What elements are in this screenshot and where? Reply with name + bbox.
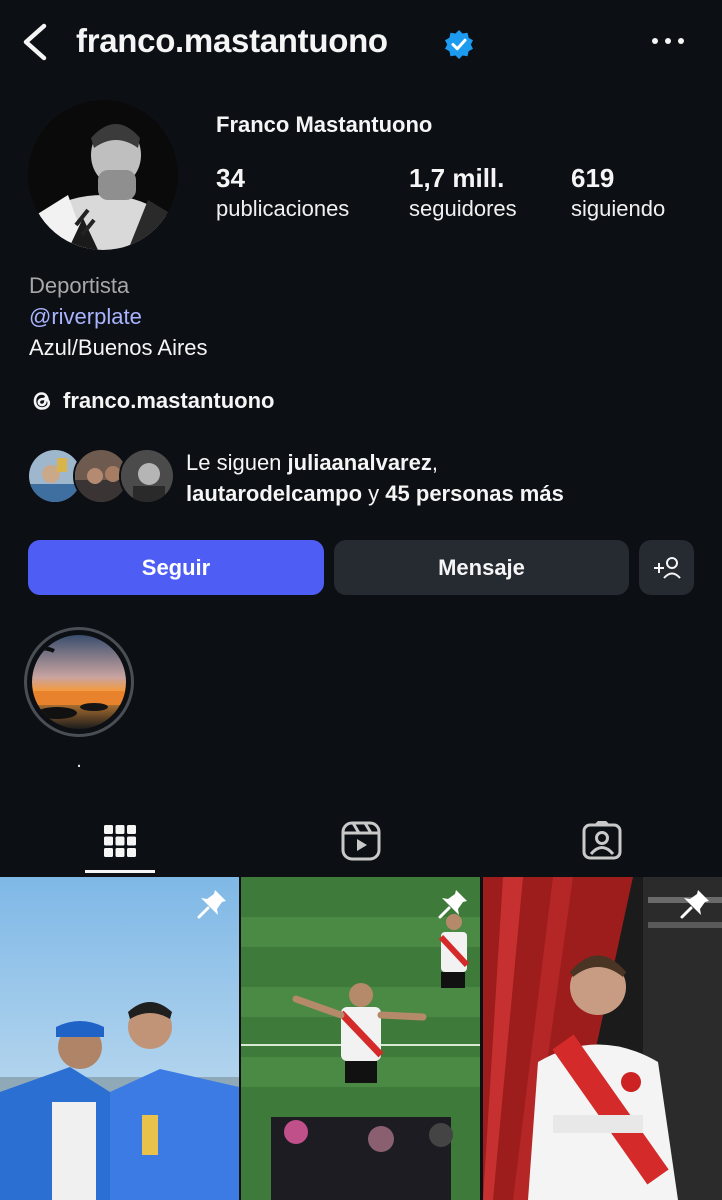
mutual-user-1: juliaanalvarez (287, 450, 432, 475)
tagged-icon (582, 821, 622, 860)
highlight-label: . (76, 750, 82, 772)
threads-icon (33, 392, 51, 410)
highlight-cover (32, 635, 126, 729)
active-tab-indicator (85, 870, 155, 873)
post-thumbnail[interactable] (483, 877, 722, 1200)
threads-handle: franco.mastantuono (63, 388, 275, 413)
story-highlight[interactable] (24, 627, 134, 737)
mutual-followers-text[interactable]: Le siguen juliaanalvarez, lautarodelcamp… (186, 447, 686, 509)
pin-icon (197, 890, 226, 919)
top-bar: franco.mastantuono (0, 0, 722, 86)
back-button[interactable] (18, 22, 52, 62)
bio-location: Azul/Buenos Aires (29, 335, 208, 360)
mutual-followers-avatars[interactable] (27, 448, 177, 506)
mutual-avatar (119, 448, 175, 504)
verified-badge-icon (444, 29, 474, 59)
tab-reels[interactable] (241, 806, 481, 876)
profile-category: Deportista (29, 273, 130, 298)
pin-icon (438, 890, 467, 919)
follow-button[interactable]: Seguir (28, 540, 324, 595)
message-button[interactable]: Mensaje (334, 540, 629, 595)
stat-followers-count: 1,7 mill. (409, 163, 505, 193)
mutual-others-count: 45 personas más (385, 481, 564, 506)
stat-followers-label: seguidores (409, 196, 517, 221)
grid-icon (104, 825, 136, 857)
tab-tagged[interactable] (482, 806, 722, 876)
profile-full-name: Franco Mastantuono (216, 112, 433, 137)
followed-by-prefix: Le siguen (186, 450, 282, 475)
stat-following-count: 619 (571, 163, 615, 193)
profile-username: franco.mastantuono (76, 22, 388, 59)
chevron-left-icon (23, 23, 47, 61)
stat-posts[interactable]: 34 publicaciones (216, 163, 349, 225)
add-person-icon (653, 556, 681, 579)
followed-by-separator: , (431, 450, 438, 475)
suggested-accounts-button[interactable] (639, 540, 694, 595)
stat-posts-label: publicaciones (216, 196, 350, 221)
stat-posts-count: 34 (216, 163, 245, 193)
mutual-user-2: lautarodelcampo (186, 481, 363, 506)
followed-by-connector: y (368, 481, 380, 506)
pin-icon (680, 890, 709, 919)
post-thumbnail[interactable] (241, 877, 480, 1200)
bio-mention-link[interactable]: @riverplate (29, 301, 142, 333)
stat-followers[interactable]: 1,7 mill. seguidores (409, 163, 517, 225)
stat-following[interactable]: 619 siguiendo (571, 163, 665, 225)
reels-icon (341, 821, 381, 861)
post-thumbnail[interactable] (0, 877, 239, 1200)
more-options-button[interactable] (646, 26, 690, 56)
more-horizontal-icon (652, 38, 684, 44)
tab-posts-grid[interactable] (0, 806, 240, 876)
stat-following-label: siguiendo (571, 196, 666, 221)
profile-avatar[interactable] (28, 100, 178, 250)
